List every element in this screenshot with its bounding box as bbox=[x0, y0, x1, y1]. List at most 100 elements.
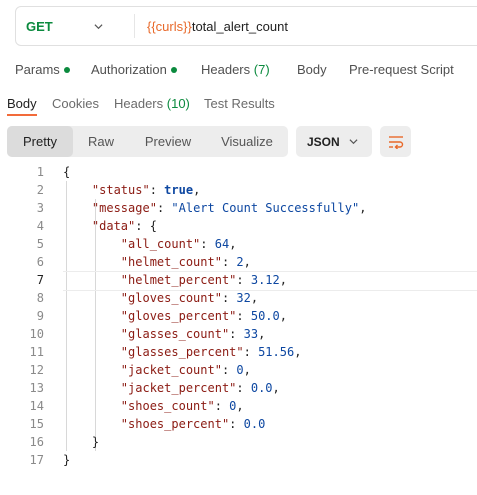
code-line-current: 7 "helmet_percent": 3.12, bbox=[0, 271, 477, 291]
view-raw-button[interactable]: Raw bbox=[77, 126, 125, 157]
code-text: { bbox=[63, 165, 71, 179]
tab-params-label: Params bbox=[15, 62, 60, 77]
json-value: 0.0 bbox=[243, 417, 266, 431]
code-line: 17} bbox=[0, 451, 477, 469]
json-key: "shoes_percent" bbox=[120, 417, 230, 431]
line-number: 17 bbox=[29, 453, 44, 467]
json-key: "gloves_count" bbox=[120, 291, 222, 305]
tab-body[interactable]: Body bbox=[297, 62, 327, 77]
json-value: 33 bbox=[243, 327, 259, 341]
json-key: "helmet_count" bbox=[120, 255, 222, 269]
code-text: "helmet_count": 2, bbox=[120, 255, 251, 269]
url-path: total_alert_count bbox=[191, 18, 288, 34]
url-variable: {{curls}} bbox=[147, 18, 192, 34]
code-line: 15 "shoes_percent": 0.0 bbox=[0, 415, 477, 433]
line-number: 12 bbox=[29, 363, 44, 377]
status-dot-icon bbox=[63, 66, 70, 73]
format-select[interactable]: JSON bbox=[296, 126, 372, 157]
tab-pre-request-script[interactable]: Pre-request Script bbox=[349, 62, 454, 77]
code-text: "glasses_count": 33, bbox=[120, 327, 266, 341]
wrap-lines-button[interactable] bbox=[380, 126, 411, 157]
code-line: 5 "all_count": 64, bbox=[0, 235, 477, 253]
code-text: "helmet_percent": 3.12, bbox=[120, 273, 287, 287]
line-number: 13 bbox=[29, 381, 44, 395]
code-text: "jacket_percent": 0.0, bbox=[120, 381, 280, 395]
json-value: 0 bbox=[229, 399, 237, 413]
status-dot-icon bbox=[170, 66, 177, 73]
response-tab-cookies[interactable]: Cookies bbox=[52, 96, 99, 111]
code-line: 12 "jacket_count": 0, bbox=[0, 361, 477, 379]
response-tab-headers-count: (10) bbox=[166, 96, 190, 111]
line-number: 3 bbox=[36, 201, 44, 215]
method-select[interactable]: GET bbox=[16, 7, 126, 45]
tab-headers[interactable]: Headers (7) bbox=[201, 62, 270, 77]
json-value: 51.56 bbox=[258, 345, 295, 359]
view-visualize-button[interactable]: Visualize bbox=[211, 126, 283, 157]
json-value: true bbox=[164, 183, 194, 197]
code-text: "jacket_count": 0, bbox=[120, 363, 251, 377]
code-line: 3 "message": "Alert Count Successfully", bbox=[0, 199, 477, 217]
line-number: 9 bbox=[36, 309, 44, 323]
line-number: 10 bbox=[29, 327, 44, 341]
code-line: 4 "data": { bbox=[0, 217, 477, 235]
response-tabs: Body Cookies Headers (10) Test Results bbox=[0, 92, 477, 116]
view-pretty-button[interactable]: Pretty bbox=[7, 126, 73, 157]
json-value: 0.0 bbox=[250, 381, 273, 395]
tab-headers-label: Headers bbox=[201, 62, 251, 77]
json-key: "shoes_count" bbox=[120, 399, 215, 413]
code-line: 1{ bbox=[0, 163, 477, 181]
code-text: "data": { bbox=[91, 219, 157, 233]
url-bar: GET {{curls}}total_alert_count bbox=[15, 6, 477, 46]
json-value: 50.0 bbox=[250, 309, 280, 323]
code-text: } bbox=[63, 435, 100, 449]
json-value: 64 bbox=[214, 237, 230, 251]
tab-authorization[interactable]: Authorization bbox=[91, 62, 177, 77]
tab-authorization-label: Authorization bbox=[91, 62, 167, 77]
response-tab-headers[interactable]: Headers (10) bbox=[114, 96, 190, 111]
code-line: 13 "jacket_percent": 0.0, bbox=[0, 379, 477, 397]
code-line: 9 "gloves_percent": 50.0, bbox=[0, 307, 477, 325]
response-tab-headers-label: Headers bbox=[114, 96, 164, 111]
tab-headers-count: (7) bbox=[253, 62, 270, 77]
url-input[interactable]: {{curls}}total_alert_count bbox=[135, 19, 288, 34]
code-text: } bbox=[63, 453, 71, 467]
line-number: 7 bbox=[36, 273, 44, 287]
wrap-lines-icon bbox=[388, 135, 403, 149]
line-number: 2 bbox=[36, 183, 44, 197]
code-text: "shoes_count": 0, bbox=[120, 399, 244, 413]
json-key: "glasses_percent" bbox=[120, 345, 244, 359]
code-line: 6 "helmet_count": 2, bbox=[0, 253, 477, 271]
line-number: 15 bbox=[29, 417, 44, 431]
tab-pre-request-label: Pre-request Script bbox=[349, 62, 454, 77]
line-number: 8 bbox=[36, 291, 44, 305]
code-text: "gloves_percent": 50.0, bbox=[120, 309, 287, 323]
code-line: 2 "status": true, bbox=[0, 181, 477, 199]
response-tab-body[interactable]: Body bbox=[7, 96, 37, 111]
json-value: 0 bbox=[236, 363, 244, 377]
format-select-value: JSON bbox=[307, 134, 340, 149]
json-value: 3.12 bbox=[250, 273, 280, 287]
line-number: 11 bbox=[29, 345, 44, 359]
line-number: 6 bbox=[36, 255, 44, 269]
tab-body-label: Body bbox=[297, 62, 327, 77]
json-key: "helmet_percent" bbox=[120, 273, 237, 287]
response-tab-test-results-label: Test Results bbox=[204, 96, 275, 111]
json-value: 2 bbox=[236, 255, 244, 269]
code-text: "shoes_percent": 0.0 bbox=[120, 417, 266, 431]
chevron-down-icon bbox=[349, 139, 358, 145]
json-key: "all_count" bbox=[120, 237, 201, 251]
code-text: "status": true, bbox=[91, 183, 201, 197]
code-line: 10 "glasses_count": 33, bbox=[0, 325, 477, 343]
json-key: "jacket_percent" bbox=[120, 381, 237, 395]
response-tab-cookies-label: Cookies bbox=[52, 96, 99, 111]
code-text: "all_count": 64, bbox=[120, 237, 237, 251]
json-key: "message" bbox=[91, 201, 157, 215]
tab-params[interactable]: Params bbox=[15, 62, 70, 77]
view-mode-group: Pretty Raw Preview Visualize bbox=[7, 126, 288, 157]
code-text: "glasses_percent": 51.56, bbox=[120, 345, 302, 359]
response-tab-test-results[interactable]: Test Results bbox=[204, 96, 275, 111]
line-number: 5 bbox=[36, 237, 44, 251]
json-value: "Alert Count Successfully" bbox=[171, 201, 360, 215]
code-text: "message": "Alert Count Successfully", bbox=[91, 201, 367, 215]
view-preview-button[interactable]: Preview bbox=[133, 126, 203, 157]
